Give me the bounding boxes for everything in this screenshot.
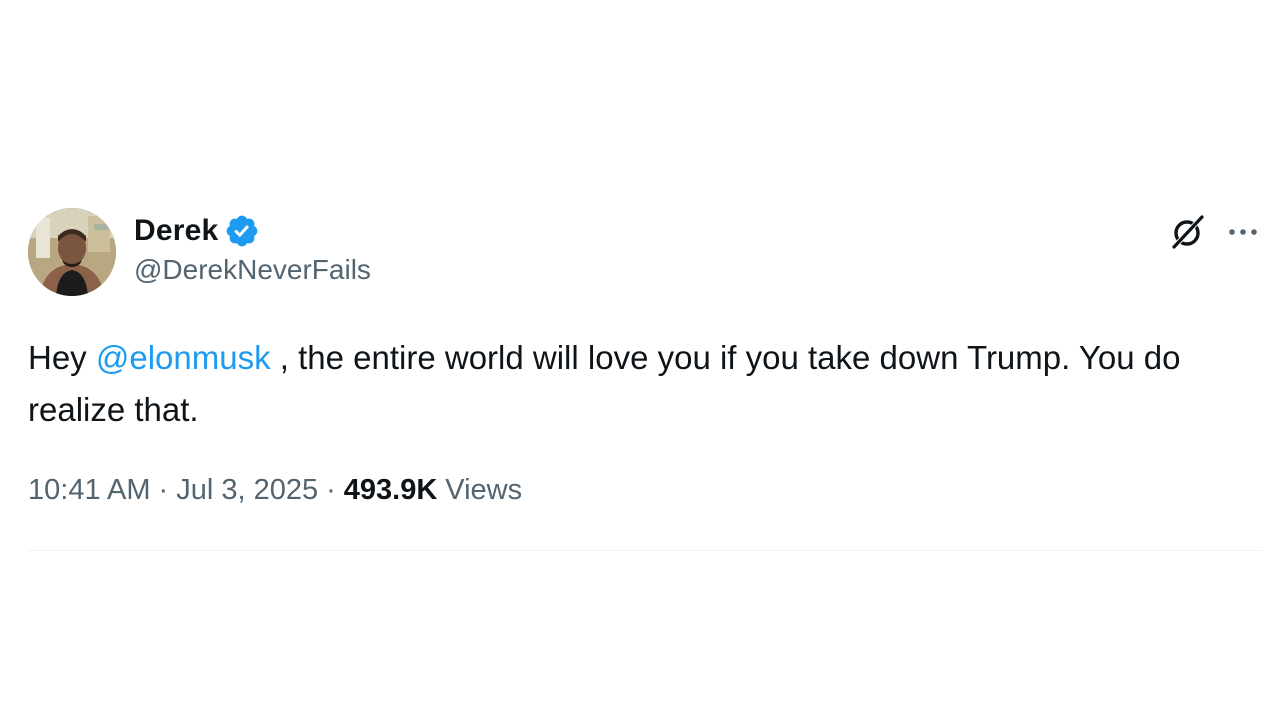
tweet: Derek @DerekNeverFails Hey @elonmusk , t… [28, 208, 1262, 507]
grok-icon[interactable] [1168, 212, 1208, 252]
divider [28, 550, 1262, 551]
tweet-actions [1168, 212, 1260, 252]
views-count: 493.9K [343, 474, 438, 506]
more-options-icon[interactable] [1226, 215, 1260, 249]
views-label: Views [445, 474, 523, 506]
verified-badge-icon[interactable] [224, 213, 260, 249]
tweet-text: Hey @elonmusk , the entire world will lo… [28, 332, 1258, 436]
mention-link[interactable]: @elonmusk [96, 339, 271, 376]
meta-separator: · [326, 474, 336, 506]
tweet-time[interactable]: 10:41 AM [28, 474, 151, 507]
display-name-row: Derek [134, 210, 371, 252]
meta-separator: · [158, 474, 169, 506]
avatar[interactable] [28, 208, 116, 296]
tweet-meta: 10:41 AM · Jul 3, 2025 · 493.9K Views [28, 474, 1262, 507]
tweet-text-prefix: Hey [28, 339, 96, 376]
avatar-image [28, 208, 116, 296]
tweet-date[interactable]: Jul 3, 2025 [176, 474, 318, 507]
tweet-header: Derek @DerekNeverFails [28, 208, 1262, 298]
author-names: Derek @DerekNeverFails [134, 210, 371, 286]
author-handle[interactable]: @DerekNeverFails [134, 254, 371, 286]
display-name[interactable]: Derek [134, 214, 218, 248]
